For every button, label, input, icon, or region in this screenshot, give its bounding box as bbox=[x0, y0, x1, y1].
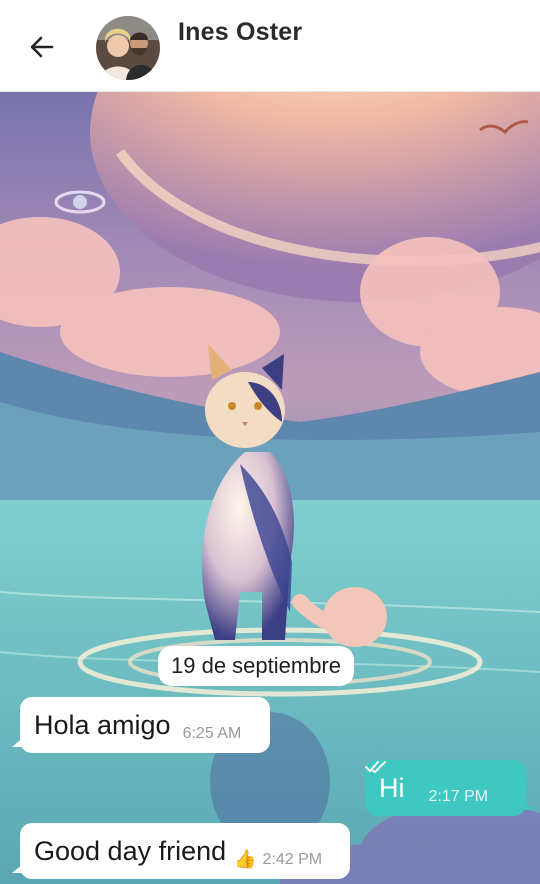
message-text: Hola amigo bbox=[34, 709, 171, 740]
message-bubble-incoming[interactable]: Good day friend 👍 2:42 PM bbox=[12, 823, 350, 879]
message-time: 2:42 PM bbox=[262, 851, 323, 868]
message-time: 6:25 AM bbox=[182, 725, 242, 742]
chat-header: Ines Oster bbox=[0, 0, 540, 92]
message-text: Hi bbox=[379, 772, 405, 803]
back-button[interactable] bbox=[22, 27, 62, 67]
bubble-tail bbox=[12, 737, 24, 747]
bubble-tail bbox=[12, 863, 24, 873]
thumbs-up-icon: 👍 bbox=[234, 849, 257, 869]
bubble-tail bbox=[522, 800, 534, 810]
message-bubble-incoming[interactable]: Hola amigo 6:25 AM bbox=[12, 697, 270, 753]
message-time: 2:17 PM bbox=[428, 788, 489, 805]
message-text: Good day friend bbox=[34, 835, 227, 866]
date-divider: 19 de septiembre bbox=[158, 646, 354, 686]
arrow-left-icon bbox=[30, 36, 54, 58]
message-bubble-outgoing[interactable]: Hi 2:17 PM bbox=[365, 760, 534, 816]
contact-avatar[interactable] bbox=[96, 16, 160, 80]
contact-name[interactable]: Ines Oster bbox=[178, 18, 302, 47]
chat-wallpaper: 19 de septiembre Hola amigo 6:25 AM Hi 2… bbox=[0, 92, 540, 884]
